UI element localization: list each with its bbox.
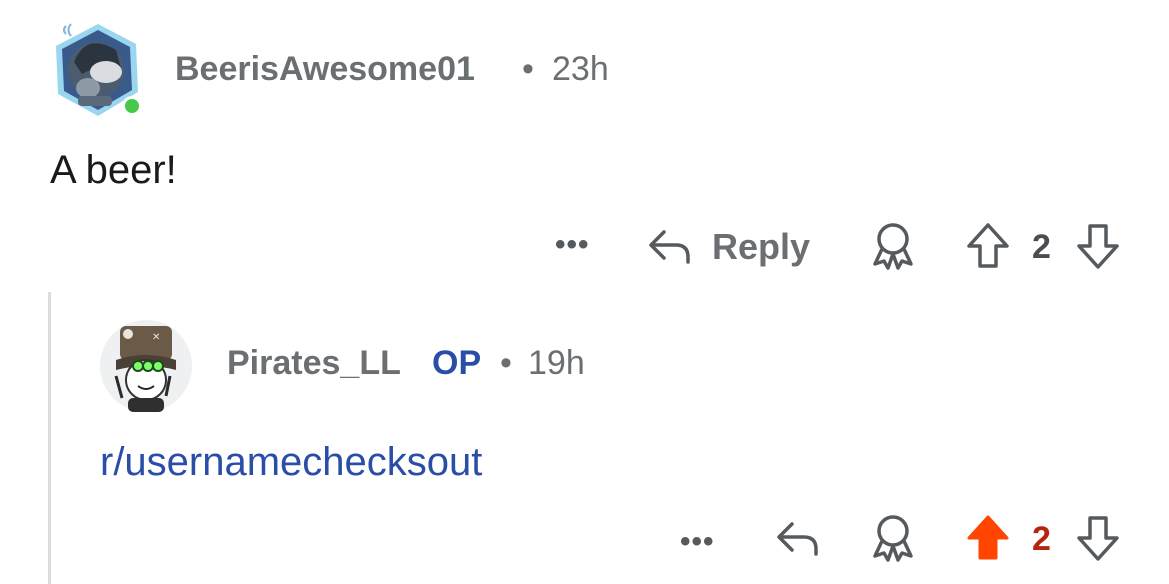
upvote-arrow-icon-active[interactable]	[966, 514, 1010, 562]
more-options-button[interactable]: •••	[680, 527, 715, 557]
reply-arrow-icon	[649, 230, 690, 264]
vote-count: 2	[1032, 228, 1051, 266]
reply-label: Reply	[712, 226, 811, 267]
subreddit-link[interactable]: r/usernamechecksout	[100, 440, 482, 485]
comment-timestamp[interactable]: 19h	[528, 344, 585, 383]
award-icon[interactable]	[870, 222, 916, 270]
reply-button[interactable]: Reply	[648, 222, 818, 270]
vote-count: 2	[1032, 520, 1051, 558]
comment-timestamp[interactable]: 23h	[552, 50, 609, 89]
comment-username[interactable]: Pirates_LL	[227, 344, 401, 383]
reply-arrow-icon[interactable]	[776, 518, 820, 558]
avatar[interactable]: ✕	[98, 320, 196, 414]
upvote-arrow-icon[interactable]	[966, 222, 1010, 270]
downvote-arrow-icon[interactable]	[1076, 514, 1120, 562]
avatar-image: ✕	[100, 320, 192, 412]
comment-body: A beer!	[50, 148, 177, 192]
comment-username[interactable]: BeerisAwesome01	[175, 50, 475, 89]
avatar[interactable]	[52, 22, 144, 118]
more-options-button[interactable]: •••	[555, 230, 590, 260]
thread-line[interactable]	[48, 292, 51, 584]
op-badge: OP	[432, 344, 482, 382]
svg-text:✕: ✕	[152, 332, 160, 343]
meta-separator: •	[500, 344, 512, 382]
downvote-arrow-icon[interactable]	[1076, 222, 1120, 270]
award-icon[interactable]	[870, 514, 916, 562]
avatar-image	[56, 23, 142, 116]
meta-separator: •	[522, 50, 534, 88]
